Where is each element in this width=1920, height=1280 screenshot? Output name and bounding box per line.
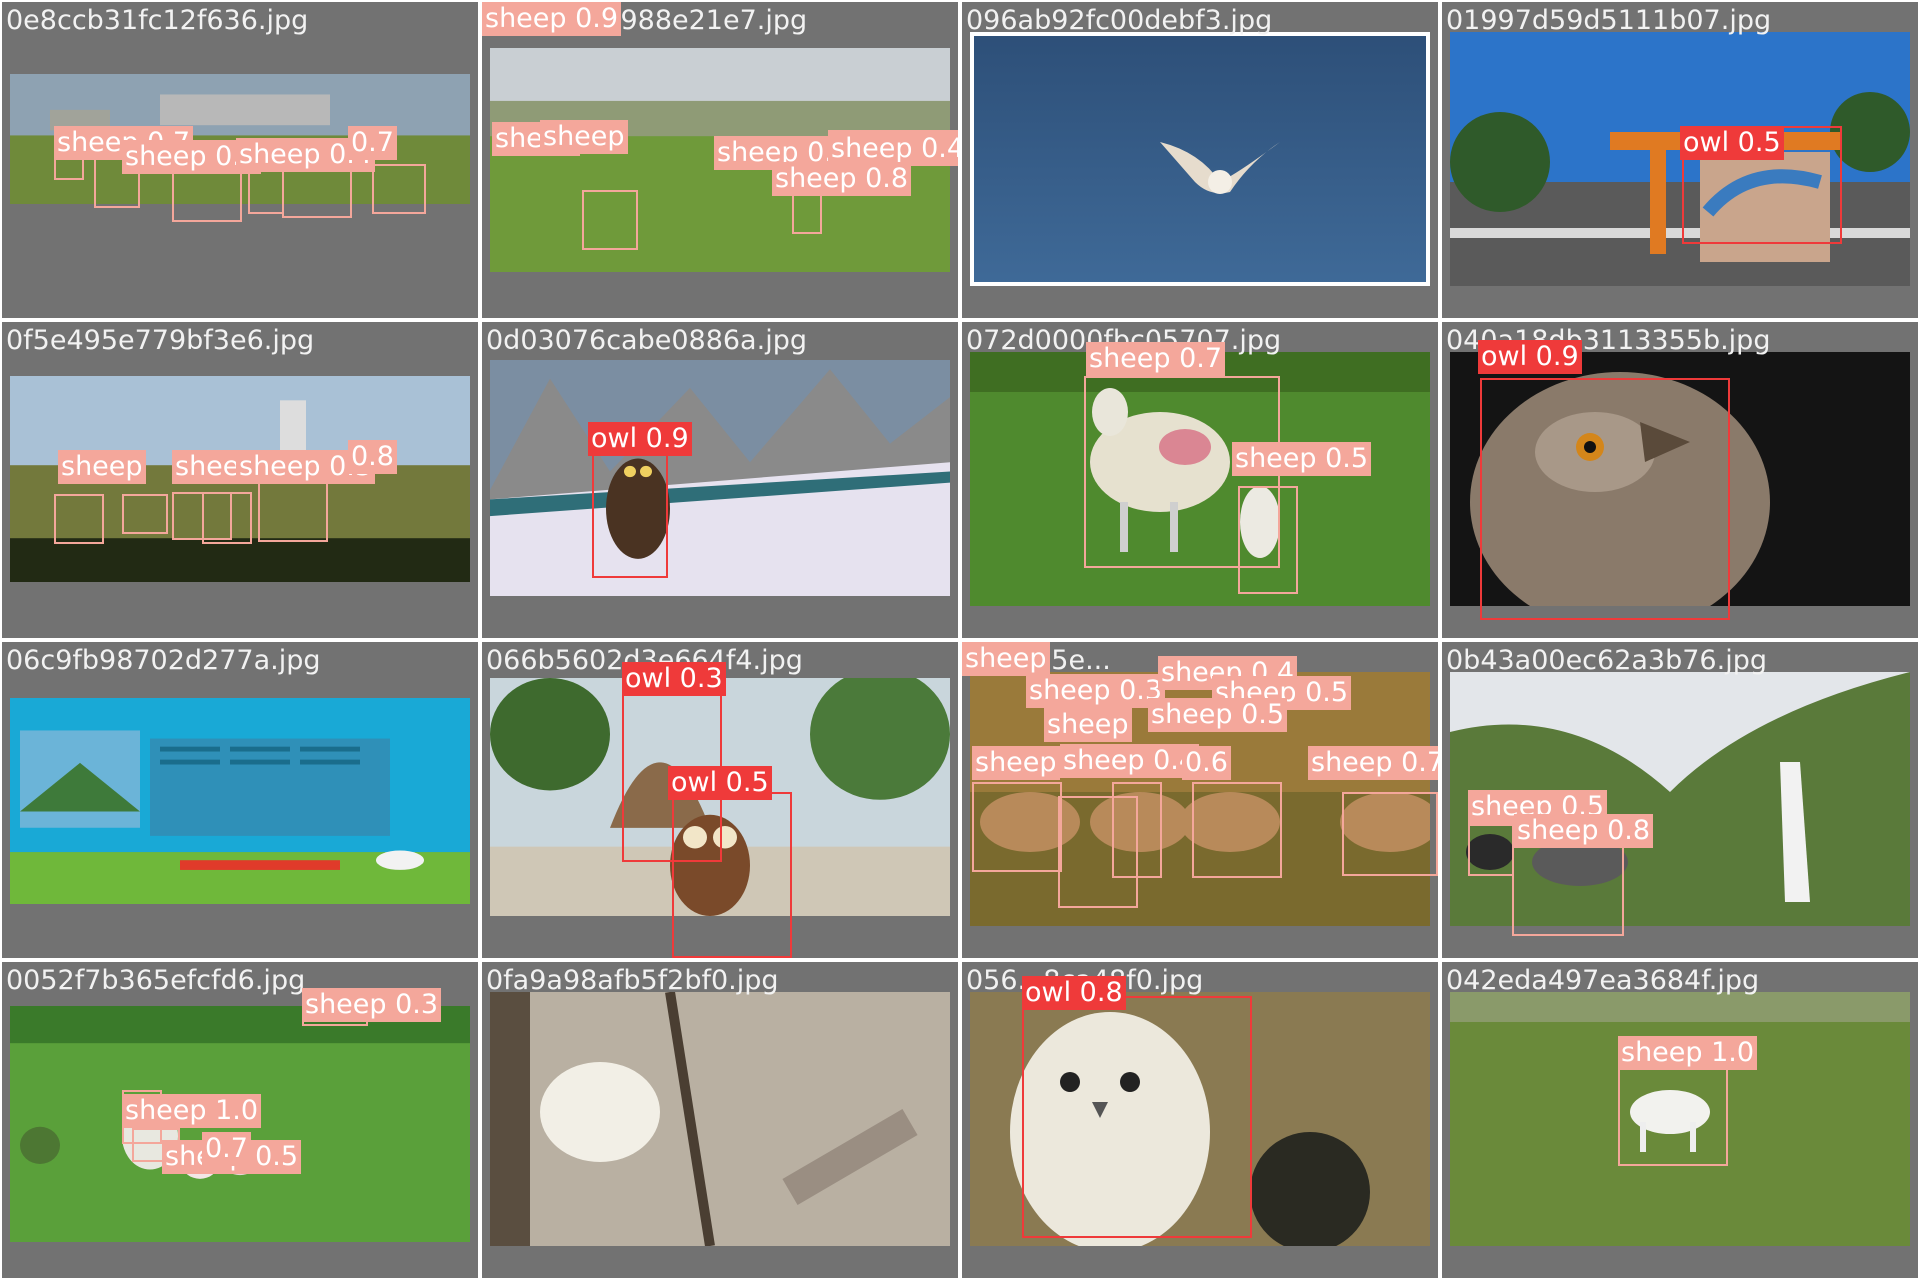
detection-tile: 0052f7b365efcfd6.jpgsheep 0.3sheep 1.0sh… [2, 962, 478, 1278]
detection-tile: 0e8ccb31fc12f636.jpgsheep 0.7sheep 0.8sh… [2, 2, 478, 318]
detection-tile: 0d03076cabe0886a.jpg owl 0.9 [482, 322, 958, 638]
detection-label: owl 0.5 [1680, 126, 1784, 160]
detection-label: 0.7 [348, 126, 397, 160]
bounding-box [1342, 792, 1438, 876]
detection-label: owl 0.5 [668, 766, 772, 800]
detection-label: sheep 1.0 [122, 1094, 262, 1128]
detection-label: sheep [58, 450, 146, 484]
detection-tile: 0b43a00ec62a3b76.jpg sheep 0.5 sheep 0.8 [1442, 642, 1918, 958]
bounding-box [1238, 486, 1298, 594]
mosaic-grid: 0e8ccb31fc12f636.jpgsheep 0.7sheep 0.8sh… [0, 0, 1920, 1280]
detection-tile: 0fa9a98afb5f2bf0.jpg [482, 962, 958, 1278]
bounding-box [1480, 378, 1730, 620]
tile-photo [970, 32, 1430, 286]
detection-label: sheep 0.5 [1148, 698, 1288, 732]
tile-filename: 0052f7b365efcfd6.jpg [6, 965, 306, 996]
detection-label: owl 0.3 [622, 662, 726, 696]
bounding-box [972, 782, 1062, 872]
tile-filename: 042eda497ea3684f.jpg [1446, 965, 1760, 996]
detection-label: sheep 0.7 [1308, 746, 1438, 780]
detection-tile: 042eda497ea3684f.jpg sheep 1.0 [1442, 962, 1918, 1278]
tile-filename: 0fa9a98afb5f2bf0.jpg [486, 965, 779, 996]
tile-filename: 0d03076cabe0886a.jpg [486, 325, 807, 356]
bounding-box [1468, 824, 1514, 876]
bounding-box [1112, 782, 1162, 878]
detection-tile: 06c9fb98702d277a.jpg [2, 642, 478, 958]
detection-label: sheep 0.7 [1086, 342, 1226, 376]
detection-label: 0.8 [348, 440, 397, 474]
detection-label: owl 0.8 [1022, 976, 1126, 1010]
detection-label: sheep 0.3 [1026, 674, 1166, 708]
detection-label: sheep 0.4 [828, 132, 958, 166]
bounding-box [54, 494, 104, 544]
tile-filename: 0f5e495e779bf3e6.jpg [6, 325, 315, 356]
tile-photo [490, 360, 950, 596]
detection-label: 0.6 [1182, 746, 1231, 780]
bounding-box [1022, 996, 1252, 1238]
bounding-box [582, 190, 638, 250]
tile-filename: 06c9fb98702d277a.jpg [6, 645, 321, 676]
tile-filename: 0b43a00ec62a3b76.jpg [1446, 645, 1767, 676]
detection-label: sheep [972, 746, 1060, 780]
bounding-box [258, 482, 328, 542]
tile-filename: 096ab92fc00debf3.jpg [966, 5, 1273, 36]
detection-label: sheep 0.3 [302, 988, 442, 1022]
bounding-box [672, 792, 792, 958]
detection-tile: 072d0000fbc05707.jpg sheep 0.7 sheep 0.5 [962, 322, 1438, 638]
detection-label: sheep 0.9 [482, 2, 622, 36]
bounding-box [372, 164, 426, 214]
detection-label: sheep 1.0 [1618, 1036, 1758, 1070]
detection-label: sheep 0.8 [772, 162, 912, 196]
detection-tile: 0e26cb77988e21e7.jpg sheep sheep sheep 0.3 s… [482, 2, 958, 318]
detection-tile: 084de5e...sheep 0.3sheep 0.4sheep 0.5she… [962, 642, 1438, 958]
detection-label: sheep 0.5 [1232, 442, 1372, 476]
bounding-box [122, 494, 168, 534]
detection-tile: 056...8ca48f0.jpgowl 0.8 [962, 962, 1438, 1278]
detection-label: sheep 0.4 [1060, 744, 1200, 778]
detection-label: sheep 0.8 [1514, 814, 1654, 848]
detection-label: sheep [540, 120, 628, 154]
detection-tile: 01997d59d5111b07.jpg owl 0.5 [1442, 2, 1918, 318]
tile-photo [490, 992, 950, 1246]
bounding-box [1192, 782, 1282, 878]
detection-label: sheep [1044, 708, 1132, 742]
detection-label: owl 0.9 [1478, 340, 1582, 374]
detection-tile: 066b5602d3e664f4.jpg owl 0.3 owl 0.5 [482, 642, 958, 958]
detection-label: 0.7 [202, 1132, 251, 1166]
detection-label: owl 0.9 [588, 422, 692, 456]
detection-tile: 040a18db3113355b.jpg owl 0.9 [1442, 322, 1918, 638]
tile-photo [10, 698, 470, 904]
tile-filename: 01997d59d5111b07.jpg [1446, 5, 1772, 36]
bounding-box [592, 450, 668, 578]
detection-label: sheep [962, 642, 1050, 676]
bounding-box [792, 190, 822, 234]
tile-filename: 0e8ccb31fc12f636.jpg [6, 5, 309, 36]
detection-tile: 096ab92fc00debf3.jpg [962, 2, 1438, 318]
detection-tile: 0f5e495e779bf3e6.jpg sheep sheep sheep 0.3 0… [2, 322, 478, 638]
bounding-box [202, 492, 252, 544]
